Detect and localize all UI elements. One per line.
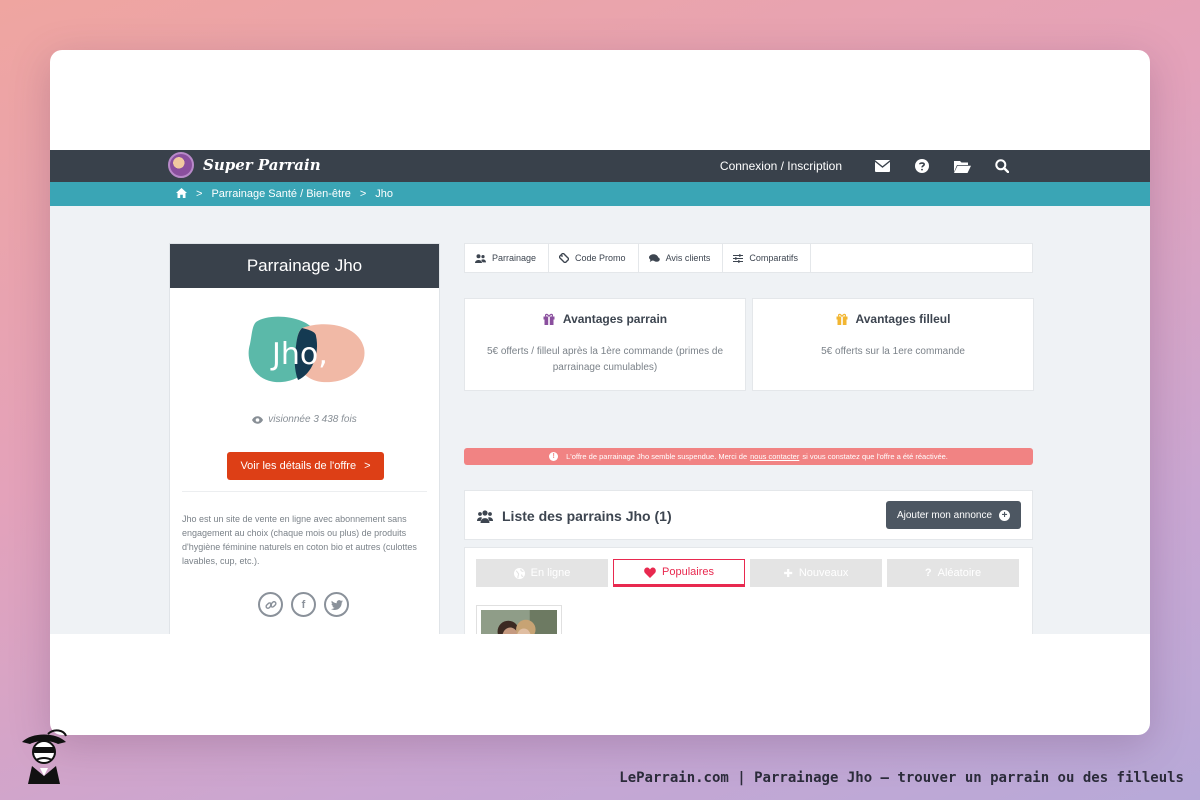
footer-caption: LeParrain.com | Parrainage Jho — trouver… [619, 770, 1184, 786]
view-offer-button[interactable]: Voir les détails de l'offre > [227, 452, 384, 480]
site-logo[interactable]: Super Parrain [168, 152, 321, 178]
breadcrumb-separator: > [359, 188, 367, 200]
users-icon [475, 253, 486, 263]
filter-label: En ligne [530, 567, 571, 579]
view-count: visionnée 3 438 fois [170, 414, 439, 425]
chevron-right-icon: > [364, 460, 371, 472]
offer-panel: Parrainage Jho Jho, visionnée 3 438 fois… [169, 243, 440, 634]
sponsors-list-header: Liste des parrains Jho (1) Ajouter mon a… [464, 490, 1033, 540]
add-listing-button[interactable]: Ajouter mon annonce + [886, 501, 1021, 529]
facebook-icon[interactable]: f [291, 592, 316, 617]
sliders-icon [733, 253, 744, 263]
tab-code-promo[interactable]: Code Promo [549, 244, 639, 272]
sponsor-photo [481, 610, 557, 634]
sponsor-benefits-text: 5€ offerts / filleul après la 1ère comma… [486, 346, 724, 373]
breadcrumb-separator: > [196, 188, 203, 200]
sponsor-benefits-card: Avantages parrain 5€ offerts / filleul a… [464, 298, 746, 391]
referee-benefits-text: 5€ offerts sur la 1ere commande [821, 346, 965, 357]
comments-icon [648, 253, 660, 262]
heart-icon [644, 566, 656, 578]
globe-icon [513, 567, 525, 579]
brand-logo-text: Jho, [270, 337, 328, 372]
view-offer-label: Voir les détails de l'offre [240, 460, 357, 472]
sponsors-list: En ligne Populaires ✚ Nouveaux ? Aléatoi… [464, 547, 1033, 634]
offer-description: Jho est un site de vente en ligne avec a… [182, 514, 417, 566]
question-icon[interactable] [902, 150, 942, 182]
login-link[interactable]: Connexion / Inscription [720, 159, 842, 173]
tab-label: Avis clients [665, 253, 711, 263]
nav-right: Connexion / Inscription [720, 150, 1022, 182]
home-icon[interactable] [176, 187, 187, 201]
sponsors-list-label: Liste des parrains Jho (1) [502, 508, 672, 524]
alert-text-after: si vous constatez que l'offre a été réac… [802, 452, 948, 461]
tab-label: Comparatifs [749, 253, 798, 263]
referee-benefits-label: Avantages filleul [855, 312, 951, 326]
eye-icon [252, 415, 264, 424]
folder-open-icon[interactable] [942, 150, 982, 182]
plus-circle-icon: + [999, 509, 1011, 521]
filter-label: Aléatoire [937, 567, 982, 579]
filter-aleatoire[interactable]: ? Aléatoire [887, 559, 1019, 587]
main-content: Parrainage Jho Jho, visionnée 3 438 fois… [50, 206, 1150, 634]
alert-text-before: L'offre de parrainage Jho semble suspend… [566, 452, 748, 461]
filter-nouveaux[interactable]: ✚ Nouveaux [750, 559, 882, 587]
share-buttons: f [258, 592, 357, 617]
offer-title: Parrainage Jho [170, 244, 439, 288]
ticket-icon [559, 253, 570, 263]
breadcrumb-category[interactable]: Parrainage Santé / Bien-être [211, 188, 350, 200]
filter-populaires[interactable]: Populaires [613, 559, 745, 587]
tab-parrainage[interactable]: Parrainage [465, 244, 550, 272]
tab-label: Parrainage [492, 253, 537, 263]
top-navbar: Super Parrain Connexion / Inscription [50, 150, 1150, 182]
view-count-text: visionnée 3 438 fois [268, 414, 357, 425]
tab-avis-clients[interactable]: Avis clients [639, 244, 724, 272]
breadcrumb: > Parrainage Santé / Bien-être > Jho [50, 182, 1150, 206]
info-icon: ! [549, 452, 559, 461]
contact-link[interactable]: nous contacter [750, 452, 799, 461]
offer-tabs: Parrainage Code Promo Avis clients Compa… [464, 243, 1033, 273]
referee-benefits-card: Avantages filleul 5€ offerts sur la 1ere… [752, 298, 1034, 391]
sponsor-benefits-title: Avantages parrain [465, 312, 745, 326]
sponsor-benefits-label: Avantages parrain [562, 312, 668, 326]
filter-label: Nouveaux [798, 567, 849, 579]
users-icon [477, 509, 493, 523]
link-icon[interactable] [258, 592, 283, 617]
gift-icon [836, 313, 848, 325]
filter-label: Populaires [662, 566, 714, 578]
breadcrumb-current[interactable]: Jho [375, 188, 393, 200]
logo-badge-icon [168, 152, 194, 178]
gift-icon [543, 313, 555, 325]
brand-logo: Jho, [248, 316, 365, 383]
sort-filters: En ligne Populaires ✚ Nouveaux ? Aléatoi… [476, 559, 1024, 587]
filter-en-ligne[interactable]: En ligne [476, 559, 608, 587]
envelope-icon[interactable] [862, 150, 902, 182]
logo-text: Super Parrain [203, 156, 321, 174]
divider [182, 491, 427, 492]
sponsor-photo-card[interactable] [476, 605, 562, 634]
add-listing-label: Ajouter mon annonce [896, 509, 993, 521]
mascot-logo [22, 729, 67, 784]
browser-window: Super Parrain Connexion / Inscription > … [50, 50, 1150, 735]
question-mark-icon: ? [924, 567, 932, 579]
suspended-alert: ! L'offre de parrainage Jho semble suspe… [464, 448, 1033, 465]
sponsors-list-title: Liste des parrains Jho (1) [477, 491, 672, 541]
tab-label: Code Promo [575, 253, 626, 263]
plus-icon: ✚ [783, 567, 793, 580]
referee-benefits-title: Avantages filleul [753, 312, 1033, 326]
twitter-icon[interactable] [324, 592, 349, 617]
search-icon[interactable] [982, 150, 1022, 182]
tab-comparatifs[interactable]: Comparatifs [723, 244, 811, 272]
